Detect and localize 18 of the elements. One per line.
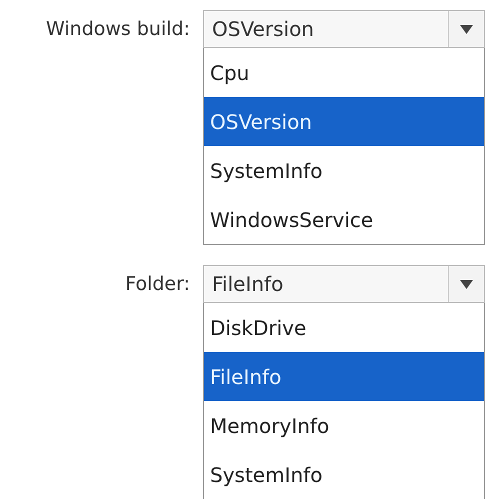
dropdown-value: OSVersion <box>211 16 315 43</box>
dropdown-option[interactable]: SystemInfo <box>204 146 484 195</box>
dropdown-option[interactable]: WindowsService <box>204 195 484 244</box>
dropdown-option[interactable]: OSVersion <box>204 97 484 146</box>
dropdown-option[interactable]: DiskDrive <box>204 303 484 352</box>
caret-icon <box>460 24 473 34</box>
dropdown[interactable]: FileInfo <box>203 265 485 303</box>
dropdown-option[interactable]: FileInfo <box>204 352 484 401</box>
dropdown[interactable]: OSVersion <box>203 10 485 48</box>
dropdown-option[interactable]: SystemInfo <box>204 450 484 499</box>
dropdown-option[interactable]: MemoryInfo <box>204 401 484 450</box>
caret-icon <box>460 280 473 288</box>
field-label: Windows build: <box>45 17 190 40</box>
dropdown-button[interactable] <box>448 11 484 47</box>
field-label: Folder: <box>124 272 190 295</box>
dropdown-option[interactable]: Cpu <box>204 48 484 97</box>
dropdown-value: FileInfo <box>211 271 284 298</box>
dropdown-button[interactable] <box>448 266 484 302</box>
